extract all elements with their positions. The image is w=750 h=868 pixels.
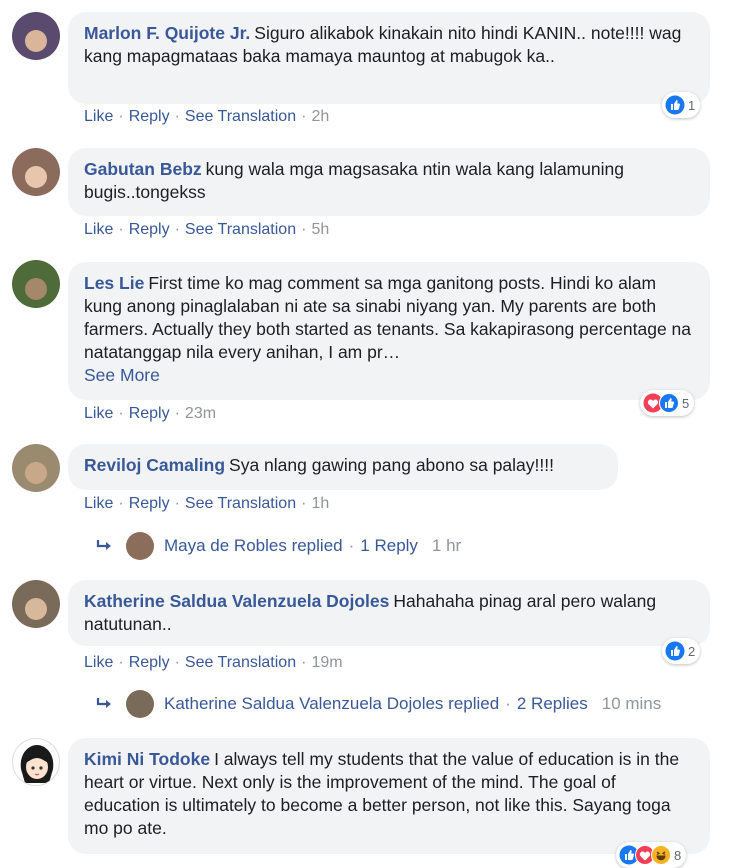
reply-arrow-icon [96, 540, 111, 550]
anime-avatar-icon [20, 745, 54, 783]
comment-bubble: Katherine Saldua Valenzuela Dojoles Hahah… [68, 580, 710, 646]
reply-arrow-icon [96, 698, 111, 708]
reply-avatar [126, 532, 154, 560]
timestamp[interactable]: 19m [311, 654, 342, 671]
like-reaction-icon [665, 95, 685, 115]
avatar[interactable] [12, 738, 60, 786]
comment-actions: Like · Reply · See Translation · 2h [84, 108, 330, 125]
comment-actions: Like · Reply · See Translation · 19m [84, 654, 343, 671]
comment-actions: Like · Reply · See Translation · 5h [84, 221, 330, 238]
reply-count: 1 Reply [360, 536, 418, 555]
reply-time: 1 hr [431, 536, 462, 555]
avatar[interactable] [12, 444, 60, 492]
reaction-summary[interactable]: 1 [662, 92, 701, 118]
see-translation-link[interactable]: See Translation [185, 108, 296, 125]
timestamp[interactable]: 2h [311, 108, 329, 125]
like-link[interactable]: Like [84, 654, 113, 671]
see-translation-link[interactable]: See Translation [185, 221, 296, 238]
see-translation-link[interactable]: See Translation [185, 654, 296, 671]
reaction-count: 8 [674, 847, 682, 863]
comment-author[interactable]: Les Lie [84, 273, 144, 293]
like-link[interactable]: Like [84, 221, 113, 238]
reply-link[interactable]: Reply [129, 221, 170, 238]
see-translation-link[interactable]: See Translation [185, 495, 296, 512]
comment-bubble: Gabutan Bebz kung wala mga magsasaka ntin… [68, 148, 710, 216]
haha-reaction-icon [651, 845, 671, 865]
reply-count: 2 Replies [516, 694, 588, 713]
reaction-count: 5 [682, 395, 690, 411]
like-link[interactable]: Like [84, 495, 113, 512]
comment-author[interactable]: Marlon F. Quijote Jr. [84, 23, 250, 43]
reply-link[interactable]: Reply [129, 405, 170, 422]
reply-link[interactable]: Reply [129, 654, 170, 671]
comment-actions: Like · Reply · See Translation · 1h [84, 495, 330, 512]
comment-bubble: Les Lie First time ko mag comment sa mga … [68, 262, 710, 400]
like-reaction-icon [659, 393, 679, 413]
comment-actions: Like · Reply · 23m [84, 405, 217, 422]
avatar[interactable] [12, 260, 60, 308]
reaction-count: 1 [688, 97, 696, 113]
comment-bubble: Kimi Ni Todoke I always tell my students … [68, 738, 710, 854]
reply-link[interactable]: Reply [129, 495, 170, 512]
comment-author[interactable]: Katherine Saldua Valenzuela Dojoles [84, 591, 389, 611]
comment-text: First time ko mag comment sa mga ganiton… [84, 273, 692, 362]
timestamp[interactable]: 23m [185, 405, 216, 422]
reply-time: 10 mins [601, 694, 662, 713]
like-link[interactable]: Like [84, 108, 113, 125]
view-replies-link[interactable]: Maya de Robles replied · 1 Reply 1 hr [96, 532, 461, 560]
replier-name: Maya de Robles replied [164, 536, 343, 555]
replier-name: Katherine Saldua Valenzuela Dojoles repl… [164, 694, 500, 713]
reply-link[interactable]: Reply [129, 108, 170, 125]
comment-bubble: Reviloj Camaling Sya nlang gawing pang ab… [68, 444, 618, 490]
comment-bubble: Marlon F. Quijote Jr. Siguro alikabok kin… [68, 12, 710, 104]
see-more-link[interactable]: See More [84, 364, 696, 387]
reaction-count: 2 [688, 643, 696, 659]
avatar[interactable] [12, 12, 60, 60]
view-replies-link[interactable]: Katherine Saldua Valenzuela Dojoles repl… [96, 690, 661, 718]
avatar[interactable] [12, 148, 60, 196]
comment-author[interactable]: Reviloj Camaling [84, 455, 225, 475]
timestamp[interactable]: 1h [311, 495, 329, 512]
reaction-summary[interactable]: 2 [662, 638, 701, 664]
comment-author[interactable]: Kimi Ni Todoke [84, 749, 210, 769]
comment-author[interactable]: Gabutan Bebz [84, 159, 202, 179]
reaction-summary[interactable]: 8 [616, 842, 687, 868]
timestamp[interactable]: 5h [311, 221, 329, 238]
like-link[interactable]: Like [84, 405, 113, 422]
like-reaction-icon [665, 641, 685, 661]
reaction-summary[interactable]: 5 [640, 390, 695, 416]
avatar[interactable] [12, 580, 60, 628]
comment-text: Sya nlang gawing pang abono sa palay!!!! [229, 455, 554, 475]
reply-avatar [126, 690, 154, 718]
